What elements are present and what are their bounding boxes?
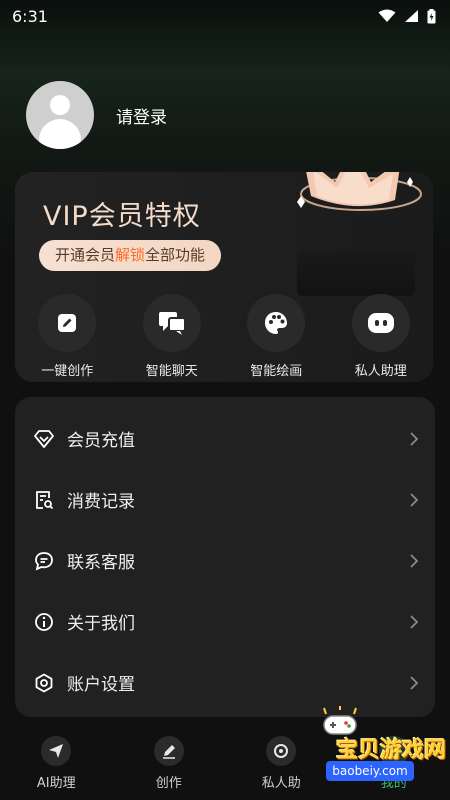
watermark-url: baobeiy.com: [326, 761, 414, 781]
profile-header[interactable]: 请登录: [26, 81, 167, 149]
assistant-icon: [274, 744, 289, 758]
pedestal-decoration: [297, 250, 415, 296]
status-bar: 6:31: [0, 0, 450, 32]
menu-item-label: 会员充值: [67, 431, 135, 451]
feature-label: 私人助理: [354, 364, 407, 379]
feature-smart-drawing[interactable]: 智能绘画: [224, 294, 329, 379]
vip-card[interactable]: VIP会员特权 开通会员解锁全部功能 一键创作 智能聊天 智能绘画 私人助理: [15, 172, 433, 382]
receipt-icon: [36, 490, 54, 509]
message-icon: [35, 551, 53, 571]
menu-item-label: 联系客服: [67, 553, 135, 573]
send-icon: [49, 744, 64, 758]
feature-label: 智能聊天: [145, 364, 198, 379]
diamond-icon: [34, 429, 54, 448]
vip-features: 一键创作 智能聊天 智能绘画 私人助理: [15, 294, 433, 379]
chevron-right-icon: [410, 431, 419, 446]
tab-ai-assistant[interactable]: AI助理: [0, 728, 113, 800]
battery-icon: [427, 8, 436, 23]
menu-item-label: 账户设置: [67, 675, 135, 695]
vip-open-button[interactable]: 开通会员解锁全部功能: [39, 240, 222, 271]
pen-icon: [162, 745, 175, 759]
chat-icon: [158, 312, 186, 335]
wifi-icon: [378, 9, 396, 22]
menu-item-about-us[interactable]: 关于我们: [15, 591, 435, 652]
info-icon: [35, 612, 53, 631]
feature-label: 智能绘画: [250, 364, 303, 379]
tab-label: AI助理: [36, 776, 76, 791]
feature-label: 一键创作: [41, 364, 94, 379]
menu-item-label: 消费记录: [67, 492, 135, 512]
tab-label: 创作: [155, 776, 182, 791]
palette-icon: [265, 312, 288, 334]
menu-item-consumption-records[interactable]: 消费记录: [15, 469, 435, 530]
chevron-right-icon: [410, 553, 419, 568]
robot-icon: [367, 313, 394, 333]
menu-item-account-settings[interactable]: 账户设置: [15, 652, 435, 713]
vip-pill-prefix: 开通会员: [55, 246, 116, 264]
watermark-logo: 宝贝游戏网 baobeiy.com: [298, 706, 450, 788]
vip-pill-suffix: 全部功能: [145, 246, 206, 264]
menu-item-membership-recharge[interactable]: 会员充值: [15, 408, 435, 469]
vip-pill-highlight: 解锁: [115, 246, 146, 264]
feature-private-assistant[interactable]: 私人助理: [329, 294, 434, 379]
watermark-title: 宝贝游戏网: [336, 738, 447, 763]
chevron-right-icon: [410, 492, 419, 507]
vip-title: VIP会员特权: [43, 201, 201, 232]
chevron-right-icon: [410, 614, 419, 629]
status-time: 6:31: [12, 6, 48, 26]
login-text[interactable]: 请登录: [116, 103, 167, 128]
crown-icon: [297, 172, 422, 211]
tab-label: 私人助: [261, 776, 301, 791]
status-icons: [378, 8, 436, 24]
menu-item-contact-support[interactable]: 联系客服: [15, 530, 435, 591]
feature-smart-chat[interactable]: 智能聊天: [120, 294, 225, 379]
settings-icon: [35, 673, 53, 692]
edit-icon: [58, 314, 77, 332]
settings-menu: 会员充值 消费记录 联系客服 关于我们 账户设置: [15, 397, 435, 717]
tab-create[interactable]: 创作: [113, 728, 226, 800]
chevron-right-icon: [410, 675, 419, 690]
avatar[interactable]: [26, 81, 94, 149]
menu-item-label: 关于我们: [67, 614, 135, 634]
signal-icon: [405, 10, 418, 22]
feature-one-click-create[interactable]: 一键创作: [15, 294, 120, 379]
